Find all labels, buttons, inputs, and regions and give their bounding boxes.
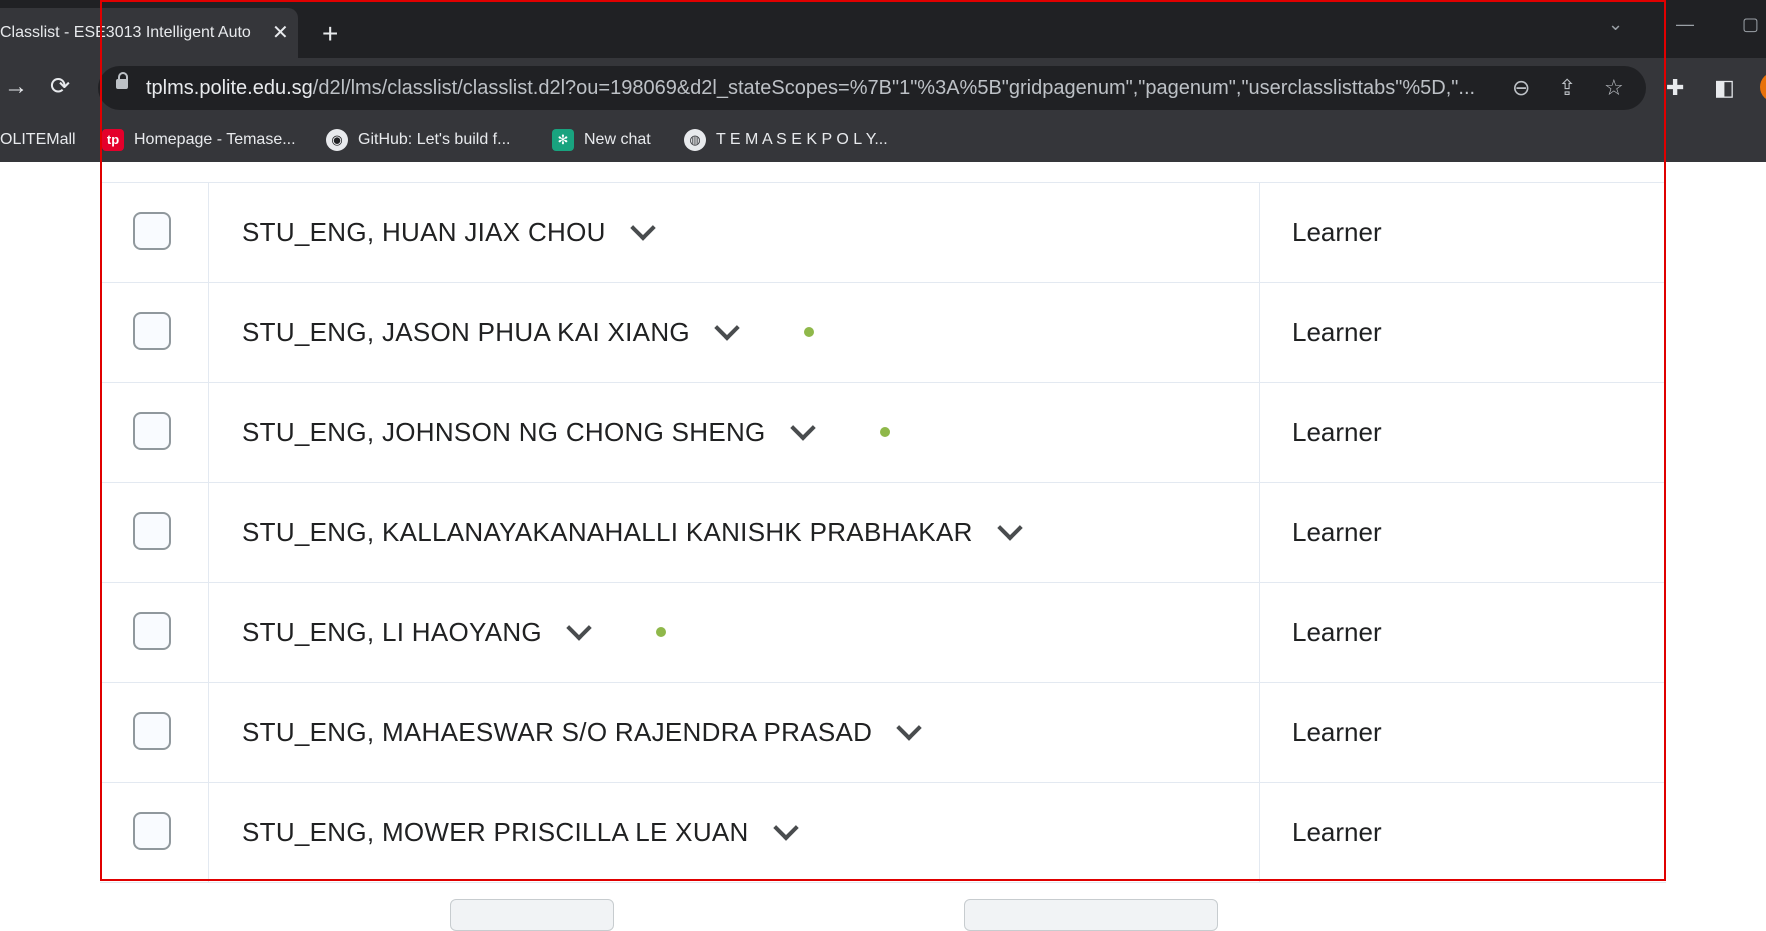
- role-cell: Learner: [1292, 717, 1382, 747]
- online-status-icon: [803, 327, 814, 337]
- role-cell: Learner: [1292, 817, 1382, 847]
- bookmark-github[interactable]: ◉ GitHub: Let's build f...: [326, 118, 510, 162]
- chevron-down-icon[interactable]: [772, 815, 799, 841]
- chevron-down-icon[interactable]: [714, 315, 740, 341]
- user-name-link[interactable]: STU_ENG, HUAN JIAX CHOU: [242, 217, 606, 248]
- address-bar[interactable]: tplms.polite.edu.sg/d2l/lms/classlist/cl…: [98, 66, 1646, 110]
- row-select-checkbox[interactable]: [133, 312, 171, 350]
- user-name-link[interactable]: STU_ENG, MAHAESWAR S/O RAJENDRA PRASAD: [242, 717, 872, 748]
- user-name-link[interactable]: STU_ENG, LI HAOYANG: [242, 617, 542, 648]
- tp-logo-icon: tp: [102, 128, 124, 151]
- extensions-icon[interactable]: ✚: [1666, 74, 1684, 102]
- table-row: STU_ENG, MAHAESWAR S/O RAJENDRA PRASAD L…: [100, 682, 1666, 783]
- bookmarks-bar: OLITEMall tp Homepage - Temase... ◉ GitHub…: [0, 118, 1766, 163]
- online-status-icon: [655, 627, 666, 637]
- browser-toolbar: → ⟳ tplms.polite.edu.sg/d2l/lms/classlis…: [0, 58, 1766, 118]
- user-name-link[interactable]: STU_ENG, KALLANAYAKANAHALLI KANISHK PRAB…: [242, 517, 973, 548]
- row-select-checkbox[interactable]: [133, 712, 171, 750]
- bookmark-temasekpoly[interactable]: ◍ T E M A S E K P O L Y...: [684, 118, 888, 162]
- table-row: STU_ENG, KALLANAYAKANAHALLI KANISHK PRAB…: [100, 482, 1666, 583]
- new-tab-icon[interactable]: +: [322, 14, 338, 54]
- lock-icon[interactable]: [116, 72, 128, 89]
- share-icon[interactable]: ⇪: [1558, 74, 1576, 102]
- forward-icon[interactable]: →: [4, 72, 28, 102]
- reload-icon[interactable]: ⟳: [50, 72, 70, 102]
- row-select-checkbox[interactable]: [133, 612, 171, 650]
- zoom-out-icon[interactable]: ⊖: [1512, 74, 1530, 102]
- table-row: STU_ENG, JASON PHUA KAI XIANG Learner: [100, 282, 1666, 383]
- globe-icon: ◍: [684, 128, 706, 151]
- minimize-icon[interactable]: —: [1676, 14, 1694, 35]
- role-cell: Learner: [1292, 617, 1382, 647]
- role-cell: Learner: [1292, 417, 1382, 447]
- chevron-down-icon[interactable]: [566, 615, 592, 641]
- chevron-down-icon[interactable]: [996, 515, 1023, 541]
- row-select-checkbox[interactable]: [133, 812, 171, 850]
- tab-title: Classlist - ESE3013 Intelligent Auto: [0, 24, 251, 41]
- chevron-down-icon[interactable]: [789, 415, 816, 441]
- user-name-link[interactable]: STU_ENG, MOWER PRISCILLA LE XUAN: [242, 817, 749, 848]
- online-status-icon: [879, 427, 890, 437]
- github-icon: ◉: [326, 128, 348, 151]
- table-row: STU_ENG, MOWER PRISCILLA LE XUAN Learner: [100, 782, 1666, 883]
- bookmark-star-icon[interactable]: ☆: [1604, 74, 1624, 102]
- role-cell: Learner: [1292, 317, 1382, 347]
- row-select-checkbox[interactable]: [133, 212, 171, 250]
- user-name-link[interactable]: STU_ENG, JASON PHUA KAI XIANG: [242, 317, 690, 348]
- table-row: STU_ENG, HUAN JIAX CHOU Learner: [100, 182, 1666, 283]
- chatgpt-icon: ✻: [552, 128, 574, 151]
- tab-strip: Classlist - ESE3013 Intelligent Auto ✕ +…: [0, 0, 1766, 58]
- role-cell: Learner: [1292, 217, 1382, 247]
- row-select-checkbox[interactable]: [133, 412, 171, 450]
- bookmark-olitemall[interactable]: OLITEMall: [0, 118, 76, 162]
- table-row: STU_ENG, LI HAOYANG Learner: [100, 582, 1666, 683]
- row-select-checkbox[interactable]: [133, 512, 171, 550]
- pager-select[interactable]: [450, 899, 614, 931]
- chevron-down-icon[interactable]: [896, 715, 922, 741]
- role-cell: Learner: [1292, 517, 1382, 547]
- active-tab[interactable]: Classlist - ESE3013 Intelligent Auto ✕: [0, 8, 298, 58]
- side-panel-icon[interactable]: ◧: [1714, 74, 1735, 102]
- table-row: STU_ENG, JOHNSON NG CHONG SHENG Learner: [100, 382, 1666, 483]
- bookmark-temasek-homepage[interactable]: tp Homepage - Temase...: [102, 118, 296, 162]
- user-name-link[interactable]: STU_ENG, JOHNSON NG CHONG SHENG: [242, 417, 766, 448]
- bookmark-new-chat[interactable]: ✻ New chat: [552, 118, 651, 162]
- close-icon[interactable]: ✕: [272, 8, 289, 58]
- tab-search-icon[interactable]: ⌄: [1608, 14, 1623, 35]
- maximize-icon[interactable]: ▢: [1742, 14, 1759, 35]
- page-size-select[interactable]: [964, 899, 1218, 931]
- chevron-down-icon[interactable]: [630, 215, 656, 241]
- url-text[interactable]: tplms.polite.edu.sg/d2l/lms/classlist/cl…: [146, 66, 1586, 110]
